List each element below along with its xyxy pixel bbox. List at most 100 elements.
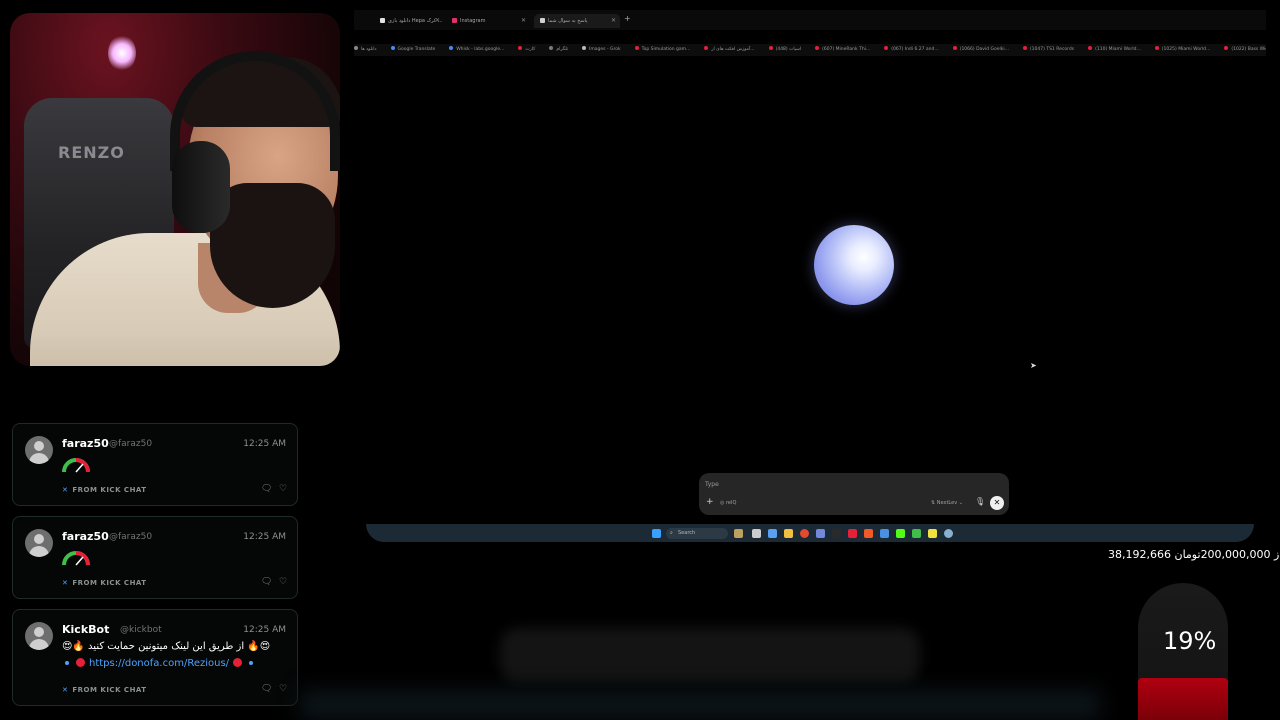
red-dot-icon <box>76 658 85 667</box>
bookmark-item[interactable]: (1025) Miami World... <box>1154 44 1210 56</box>
donation-progress: 19% <box>1118 575 1230 720</box>
kick-icon[interactable] <box>896 529 905 538</box>
chat-source: ✕ FROM KICK CHAT <box>62 486 147 494</box>
end-voice-button[interactable]: ✕ <box>990 496 1004 510</box>
app-icon[interactable] <box>864 529 873 538</box>
file-explorer-icon[interactable] <box>784 529 793 538</box>
donation-current: 38,192,666 <box>1108 548 1171 561</box>
bookmark-favicon-icon <box>1088 46 1093 50</box>
bookmark-item[interactable]: (1022) Bass Wiesen... <box>1224 44 1266 56</box>
bookmark-item[interactable]: (067) Indi 6.27 and... <box>884 44 939 56</box>
widget-icon[interactable] <box>734 529 743 538</box>
chat-time: 12:25 AM <box>243 532 286 542</box>
browser-tab-active[interactable]: پاسخ به سوال شما ✕ <box>534 14 620 28</box>
chat-handle: @kickbot <box>120 625 162 635</box>
bookmark-item[interactable]: Top Simulation gam... <box>634 44 690 56</box>
chat-username[interactable]: faraz50 <box>62 437 109 450</box>
bookmark-item[interactable]: (110) Miami World... <box>1088 44 1141 56</box>
tab-label: Instagram <box>460 18 486 24</box>
chat-handle: @faraz50 <box>109 439 153 449</box>
new-tab-button[interactable]: + <box>624 14 631 23</box>
stream-overlay: RENZO faraz50 @faraz50 12:25 AM ✕ FROM KI… <box>0 0 1280 720</box>
tab-close-icon[interactable]: ✕ <box>611 14 616 28</box>
donation-goal-text: 38,192,666 از 200,000,000تومان <box>1108 548 1280 561</box>
progress-fill <box>1138 678 1228 720</box>
browser-tab-bar: دانلود بازی Hepa کرک ... ✕ Instagram ✕ پاس… <box>354 10 1266 30</box>
bookmark-item[interactable]: دانلود ها <box>354 44 377 56</box>
browser-tab[interactable]: دانلود بازی Hepa کرک ... ✕ <box>374 14 444 28</box>
model-selector[interactable]: ⇅ NextLev ⌄ <box>931 500 963 506</box>
chat-source: ✕ FROM KICK CHAT <box>62 579 147 587</box>
search-icon: ⌕ <box>670 530 673 536</box>
bookmark-item[interactable]: (448) اسپات <box>768 44 801 56</box>
app-icon[interactable] <box>912 529 921 538</box>
chat-composer: + ◎ reIQ ⇅ NextLev ⌄ 🎙 ✕ <box>699 473 1009 515</box>
app-icon[interactable] <box>880 529 889 538</box>
obs-icon[interactable] <box>848 529 857 538</box>
donation-link[interactable]: https://donofa.com/Rezious/ <box>89 658 229 669</box>
bookmark-favicon-icon <box>768 46 773 50</box>
bookmark-item[interactable]: Google Translate <box>390 44 435 56</box>
windows-start-icon[interactable] <box>652 529 661 538</box>
tab-label: پاسخ به سوال شما <box>548 18 588 24</box>
bookmark-item[interactable]: Images - Grok <box>582 44 621 56</box>
voice-mode-orb <box>814 225 894 305</box>
chat-message: KickBot @kickbot 12:25 AM 😍🔥 از طریق این… <box>12 609 298 706</box>
tab-close-icon[interactable]: ✕ <box>435 14 440 28</box>
bookmark-favicon-icon <box>952 46 957 50</box>
bookmark-item[interactable]: کارت <box>518 44 535 56</box>
blurred-dock <box>500 628 920 683</box>
app-icon[interactable] <box>832 529 841 538</box>
discord-icon[interactable] <box>816 529 825 538</box>
add-attachment-button[interactable]: + <box>706 497 714 507</box>
blue-dot-icon <box>249 661 254 665</box>
bookmark-item[interactable]: Whisk - labs.google... <box>449 44 504 56</box>
task-view-icon[interactable] <box>752 529 761 538</box>
bookmark-favicon-icon <box>549 46 554 50</box>
avatar <box>25 622 53 650</box>
bookmark-favicon-icon <box>704 46 709 50</box>
prompt-input[interactable] <box>705 478 905 490</box>
app-icon[interactable] <box>928 529 937 538</box>
bookmark-item[interactable]: (1047) TS1 Records <box>1022 44 1074 56</box>
donation-separator: از <box>1274 548 1280 561</box>
mic-off-icon[interactable]: 🎙 <box>975 497 985 506</box>
heart-icon[interactable]: ♡ <box>279 484 287 494</box>
bookmark-favicon-icon <box>884 46 889 50</box>
red-dot-icon <box>233 658 243 667</box>
windows-taskbar: ⌕ Search <box>366 524 1254 542</box>
tab-close-icon[interactable]: ✕ <box>521 14 526 28</box>
bookmark-item[interactable]: (1066) David Goelki... <box>952 44 1009 56</box>
x-icon: ✕ <box>62 579 69 587</box>
donation-currency: تومان <box>1174 548 1201 561</box>
chair-brand-text: RENZO <box>58 143 125 162</box>
tab-favicon-icon <box>380 18 385 23</box>
tools-button[interactable]: ◎ reIQ <box>720 500 736 506</box>
taskbar-search[interactable]: ⌕ Search <box>666 528 728 539</box>
chrome-icon[interactable] <box>800 529 809 538</box>
x-icon: ✕ <box>62 486 69 494</box>
heart-icon[interactable]: ♡ <box>279 684 287 694</box>
heart-icon[interactable]: ♡ <box>279 577 287 587</box>
chat-time: 12:25 AM <box>243 625 286 635</box>
settings-gear-icon[interactable] <box>944 529 953 538</box>
browser-tab[interactable]: Instagram ✕ <box>446 14 530 28</box>
bookmark-favicon-icon <box>815 46 820 50</box>
blue-dot-icon <box>65 661 69 665</box>
chat-username[interactable]: faraz50 <box>62 530 109 543</box>
bookmark-item[interactable]: تلگرام <box>549 44 568 56</box>
reply-icon[interactable]: 🗨 <box>261 684 272 694</box>
chat-source: ✕ FROM KICK CHAT <box>62 686 147 694</box>
bookmark-favicon-icon <box>449 46 454 50</box>
headphone-earcup <box>172 141 230 233</box>
screen-capture: دانلود بازی Hepa کرک ... ✕ Instagram ✕ پاس… <box>354 10 1266 542</box>
bookmark-favicon-icon <box>390 46 395 50</box>
chat-username[interactable]: KickBot <box>62 623 109 636</box>
chat-link-line: https://donofa.com/Rezious/ <box>62 658 256 669</box>
bookmark-item[interactable]: (607) MineRank Thi... <box>815 44 870 56</box>
bookmark-item[interactable]: آموزش افکت های ار... <box>704 44 755 56</box>
reply-icon[interactable]: 🗨 <box>261 577 272 587</box>
reply-icon[interactable]: 🗨 <box>261 484 272 494</box>
edge-icon[interactable] <box>768 529 777 538</box>
blurred-strip <box>300 690 1100 720</box>
